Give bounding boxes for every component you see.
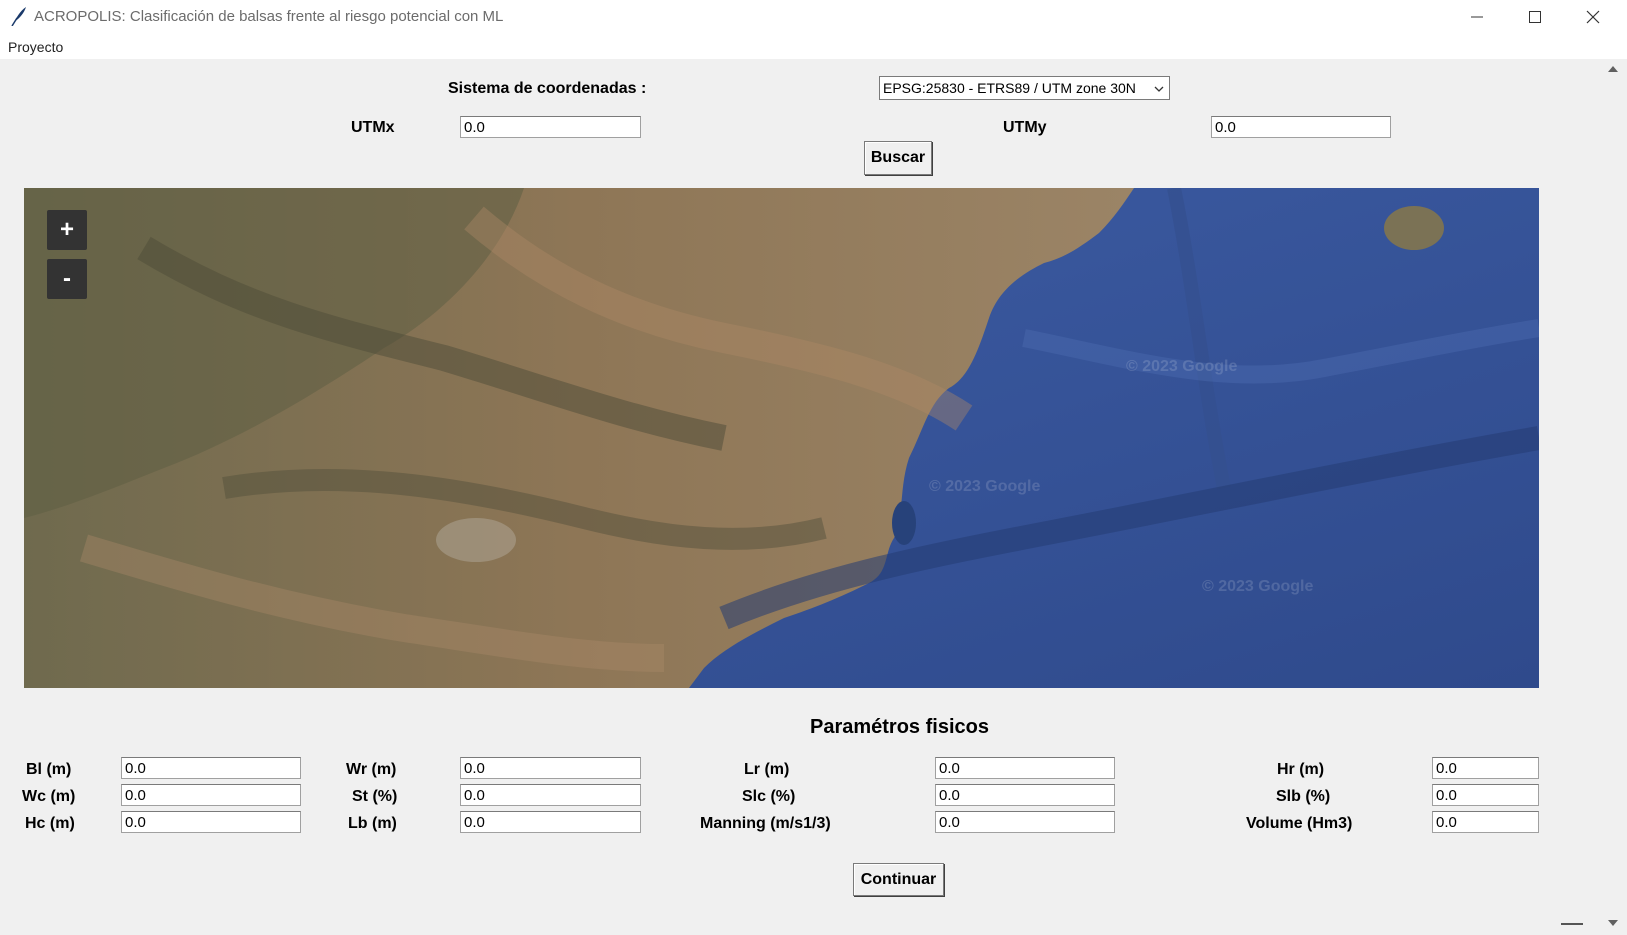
param-input-bl[interactable] (121, 757, 301, 779)
param-label-lr: Lr (m) (744, 761, 790, 778)
param-input-hr[interactable] (1432, 757, 1539, 779)
map-watermark: © 2023 Google (1126, 358, 1238, 375)
param-input-manning[interactable] (935, 811, 1115, 833)
map-view[interactable]: + - © 2023 Google © 2023 Google © 2023 G… (24, 188, 1539, 688)
map-watermark: © 2023 Google (1202, 578, 1314, 595)
param-label-slb: Slb (%) (1276, 788, 1331, 805)
menu-proyecto[interactable]: Proyecto (8, 39, 63, 55)
coord-system-select[interactable]: EPSG:25830 - ETRS89 / UTM zone 30N (879, 76, 1170, 100)
window-title: ACROPOLIS: Clasificación de balsas frent… (34, 8, 504, 25)
param-input-slc[interactable] (935, 784, 1115, 806)
scroll-up-arrow-icon[interactable] (1606, 64, 1620, 74)
continue-button[interactable]: Continuar (853, 863, 944, 896)
param-input-wc[interactable] (121, 784, 301, 806)
param-label-st: St (%) (352, 788, 398, 805)
maximize-button[interactable] (1506, 0, 1564, 34)
param-label-manning: Manning (m/s1/3) (700, 815, 831, 832)
utmy-input[interactable] (1211, 116, 1391, 138)
param-label-hr: Hr (m) (1277, 761, 1325, 778)
minimize-button[interactable] (1448, 0, 1506, 34)
close-button[interactable] (1564, 0, 1622, 34)
resize-grip[interactable] (1561, 923, 1583, 925)
minimize-icon (1471, 16, 1483, 18)
param-label-lb: Lb (m) (348, 815, 397, 832)
param-input-wr[interactable] (460, 757, 641, 779)
param-label-wc: Wc (m) (22, 788, 76, 805)
param-input-st[interactable] (460, 784, 641, 806)
param-input-lb[interactable] (460, 811, 641, 833)
maximize-icon (1529, 11, 1541, 23)
scroll-down-arrow-icon[interactable] (1606, 918, 1620, 928)
map-watermark: © 2023 Google (929, 478, 1041, 495)
close-icon (1586, 10, 1600, 24)
physical-params-title: Paramétros fisicos (810, 716, 989, 738)
satellite-map (24, 188, 1539, 688)
zoom-out-button[interactable]: - (47, 259, 87, 299)
title-bar: ACROPOLIS: Clasificación de balsas frent… (0, 0, 1627, 34)
param-label-volume: Volume (Hm3) (1246, 815, 1353, 832)
feather-icon (11, 7, 26, 26)
param-input-hc[interactable] (121, 811, 301, 833)
param-label-wr: Wr (m) (346, 761, 397, 778)
zoom-in-button[interactable]: + (47, 210, 87, 250)
param-input-lr[interactable] (935, 757, 1115, 779)
param-label-bl: Bl (m) (26, 761, 72, 778)
chevron-down-icon (1154, 86, 1164, 92)
utmx-label: UTMx (351, 119, 395, 136)
coord-system-label: Sistema de coordenadas : (448, 80, 647, 97)
param-label-hc: Hc (m) (25, 815, 75, 832)
param-label-slc: Slc (%) (742, 788, 796, 805)
param-input-volume[interactable] (1432, 811, 1539, 833)
utmy-label: UTMy (1003, 119, 1047, 136)
menu-bar: Proyecto (0, 34, 1627, 59)
utmx-input[interactable] (460, 116, 641, 138)
param-input-slb[interactable] (1432, 784, 1539, 806)
coord-system-value: EPSG:25830 - ETRS89 / UTM zone 30N (883, 80, 1136, 96)
search-button[interactable]: Buscar (864, 141, 932, 175)
